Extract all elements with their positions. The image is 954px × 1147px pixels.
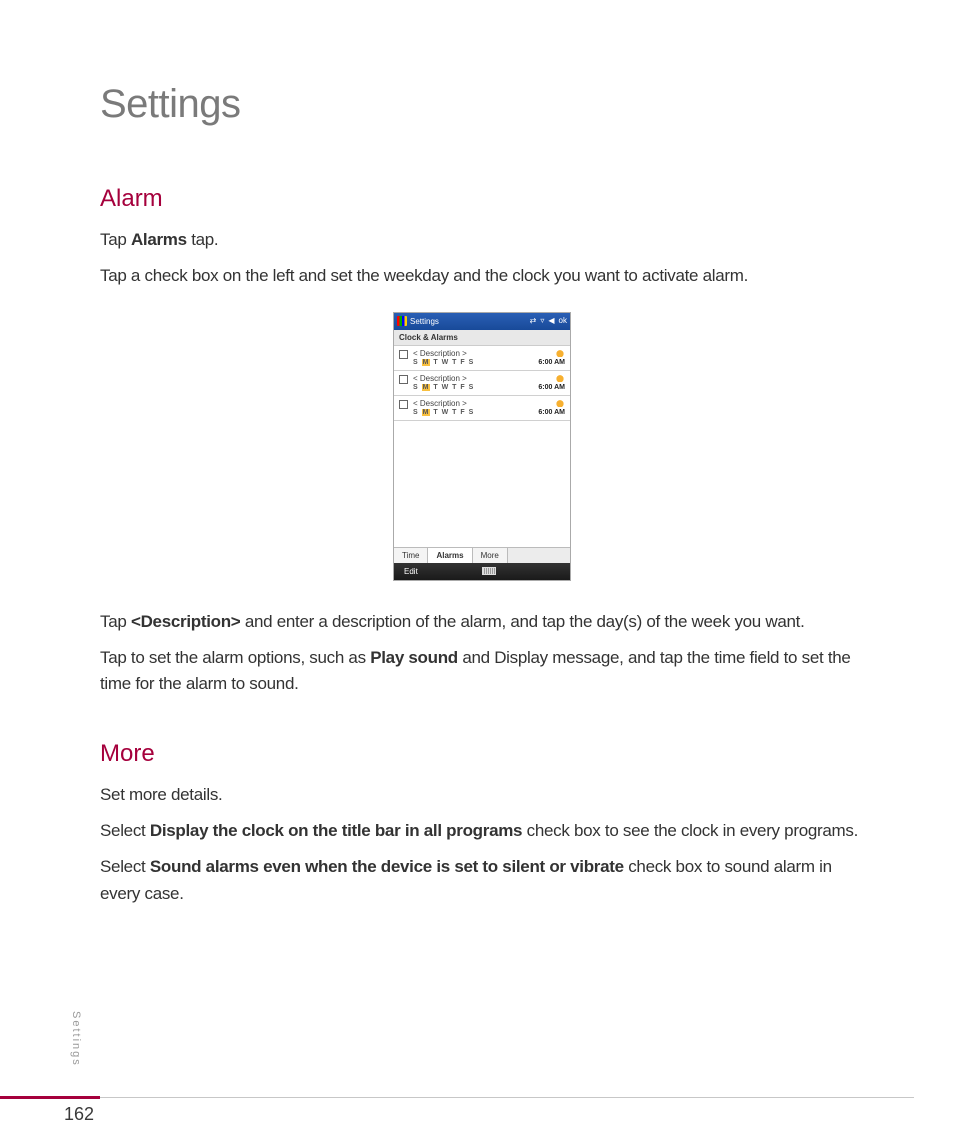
alarm-p4: Tap to set the alarm options, such as Pl…	[100, 645, 864, 698]
alarm-row: < Description > S M T W T F S 6:00 AM	[394, 346, 570, 371]
keyboard-icon	[482, 567, 496, 575]
signal-icon: ▿	[540, 317, 544, 325]
text: check box to see the clock in every prog…	[522, 821, 858, 840]
checkbox-icon	[399, 375, 408, 384]
bell-icon	[555, 399, 565, 407]
text: Tap	[100, 230, 131, 249]
alarm-description: < Description >	[413, 374, 538, 383]
alarm-time: 6:00 AM	[538, 409, 565, 416]
windows-flag-icon	[397, 316, 407, 326]
text: Tap to set the alarm options, such as	[100, 648, 370, 667]
device-mock: Settings ⇄ ▿ ◀︎ ok Clock & Alarms < Desc…	[393, 312, 571, 581]
sync-icon: ⇄	[530, 317, 537, 325]
checkbox-icon	[399, 400, 408, 409]
alarm-days: S M T W T F S	[413, 384, 538, 391]
alarm-time: 6:00 AM	[538, 384, 565, 391]
alarm-info: < Description > S M T W T F S	[413, 349, 538, 366]
alarm-row: < Description > S M T W T F S 6:00 AM	[394, 371, 570, 396]
volume-icon: ◀︎	[548, 317, 554, 325]
more-heading: More	[100, 740, 864, 768]
screenshot-figure: Settings ⇄ ▿ ◀︎ ok Clock & Alarms < Desc…	[100, 312, 864, 581]
tab-time: Time	[394, 548, 428, 563]
page-title: Settings	[100, 82, 864, 127]
more-p3: Select Sound alarms even when the device…	[100, 854, 864, 907]
alarm-right: 6:00 AM	[538, 374, 565, 391]
alarm-days: S M T W T F S	[413, 409, 538, 416]
tab-more: More	[473, 548, 508, 563]
status-bar: Settings ⇄ ▿ ◀︎ ok	[394, 313, 570, 330]
alarm-right: 6:00 AM	[538, 399, 565, 416]
text-bold: Sound alarms even when the device is set…	[150, 857, 624, 876]
footer-accent-bar	[0, 1096, 100, 1099]
page-number: 162	[64, 1104, 94, 1125]
text-bold: Alarms	[131, 230, 187, 249]
empty-area	[394, 421, 570, 547]
text: Select	[100, 821, 150, 840]
alarm-heading: Alarm	[100, 185, 864, 213]
text-bold: Play sound	[370, 648, 458, 667]
footer-rule	[100, 1097, 914, 1098]
more-p2: Select Display the clock on the title ba…	[100, 818, 864, 844]
checkbox-icon	[399, 350, 408, 359]
status-left: Settings	[397, 316, 439, 326]
text-bold: Display the clock on the title bar in al…	[150, 821, 522, 840]
status-title: Settings	[410, 317, 439, 326]
alarm-p2: Tap a check box on the left and set the …	[100, 263, 864, 289]
text: and enter a description of the alarm, an…	[240, 612, 804, 631]
tabs-row: Time Alarms More	[394, 547, 570, 563]
bell-icon	[555, 374, 565, 382]
tab-alarms: Alarms	[428, 548, 472, 563]
alarm-time: 6:00 AM	[538, 359, 565, 366]
screen-subheader: Clock & Alarms	[394, 330, 570, 346]
status-icons: ⇄ ▿ ◀︎ ok	[530, 317, 567, 325]
alarm-info: < Description > S M T W T F S	[413, 374, 538, 391]
alarm-info: < Description > S M T W T F S	[413, 399, 538, 416]
text: Select	[100, 857, 150, 876]
ok-button: ok	[559, 317, 567, 325]
text: Tap	[100, 612, 131, 631]
softkey-edit: Edit	[404, 567, 418, 576]
alarm-row: < Description > S M T W T F S 6:00 AM	[394, 396, 570, 421]
more-p1: Set more details.	[100, 782, 864, 808]
text: tap.	[187, 230, 219, 249]
alarm-p3: Tap <Description> and enter a descriptio…	[100, 609, 864, 635]
alarm-p1: Tap Alarms tap.	[100, 227, 864, 253]
alarm-right: 6:00 AM	[538, 349, 565, 366]
soft-key-bar: Edit	[394, 563, 570, 580]
bell-icon	[555, 349, 565, 357]
alarm-days: S M T W T F S	[413, 359, 538, 366]
alarm-description: < Description >	[413, 349, 538, 358]
side-section-label: Settings	[70, 1011, 82, 1067]
text-bold: <Description>	[131, 612, 240, 631]
alarm-description: < Description >	[413, 399, 538, 408]
alarm-list: < Description > S M T W T F S 6:00 AM < …	[394, 346, 570, 421]
